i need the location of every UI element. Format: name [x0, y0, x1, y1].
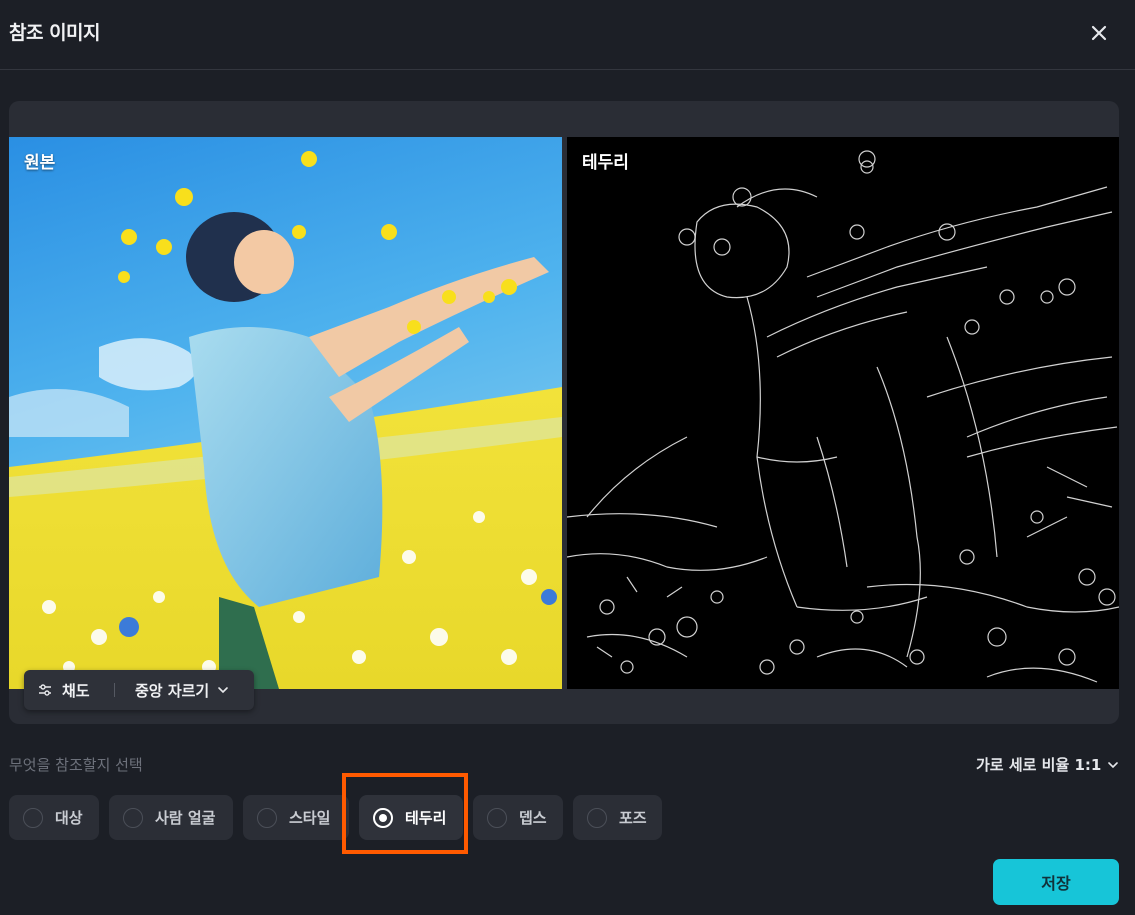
saturation-button[interactable]: 채도 [24, 670, 114, 710]
dialog-title: 참조 이미지 [9, 22, 101, 44]
radio-icon [257, 807, 277, 828]
original-image-art [9, 137, 562, 689]
option-pose[interactable]: 포즈 [573, 795, 662, 840]
saturation-label: 채도 [62, 681, 90, 700]
option-label: 뎁스 [519, 809, 547, 827]
close-icon [1091, 25, 1107, 41]
edge-image-art [567, 150, 1119, 683]
original-image: 원본 [9, 137, 562, 689]
edge-image: 테두리 [567, 137, 1119, 689]
radio-icon [487, 807, 507, 828]
option-subject[interactable]: 대상 [9, 795, 99, 840]
dialog-header: 참조 이미지 [0, 0, 1135, 70]
option-face[interactable]: 사람 얼굴 [109, 795, 233, 840]
option-style[interactable]: 스타일 [243, 795, 349, 840]
chevron-down-icon [218, 687, 229, 694]
aspect-ratio-label: 가로 세로 비율 1:1 [976, 756, 1102, 774]
image-toolbar: 채도 중앙 자르기 [24, 670, 254, 710]
reference-section-label: 무엇을 참조할지 선택 [9, 756, 143, 774]
original-label: 원본 [24, 153, 56, 173]
radio-icon [23, 807, 43, 828]
preview-panel: 원본 테두리 [9, 101, 1119, 724]
crop-dropdown[interactable]: 중앙 자르기 [115, 670, 229, 710]
option-label: 사람 얼굴 [155, 809, 216, 827]
crop-label: 중앙 자르기 [135, 681, 210, 700]
option-depth[interactable]: 뎁스 [473, 795, 563, 840]
radio-icon [123, 807, 143, 828]
option-label: 스타일 [289, 809, 331, 827]
chevron-down-icon [1108, 761, 1119, 768]
aspect-ratio-dropdown[interactable]: 가로 세로 비율 1:1 [976, 754, 1119, 775]
radio-icon [587, 807, 607, 828]
edge-label: 테두리 [582, 153, 629, 173]
close-button[interactable] [1086, 20, 1112, 46]
sliders-icon [39, 684, 51, 696]
save-button[interactable]: 저장 [993, 859, 1119, 905]
radio-selected-icon [373, 807, 393, 828]
option-label: 테두리 [405, 809, 447, 827]
option-label: 대상 [55, 809, 83, 827]
option-edge[interactable]: 테두리 [359, 795, 463, 840]
option-label: 포즈 [619, 809, 647, 827]
